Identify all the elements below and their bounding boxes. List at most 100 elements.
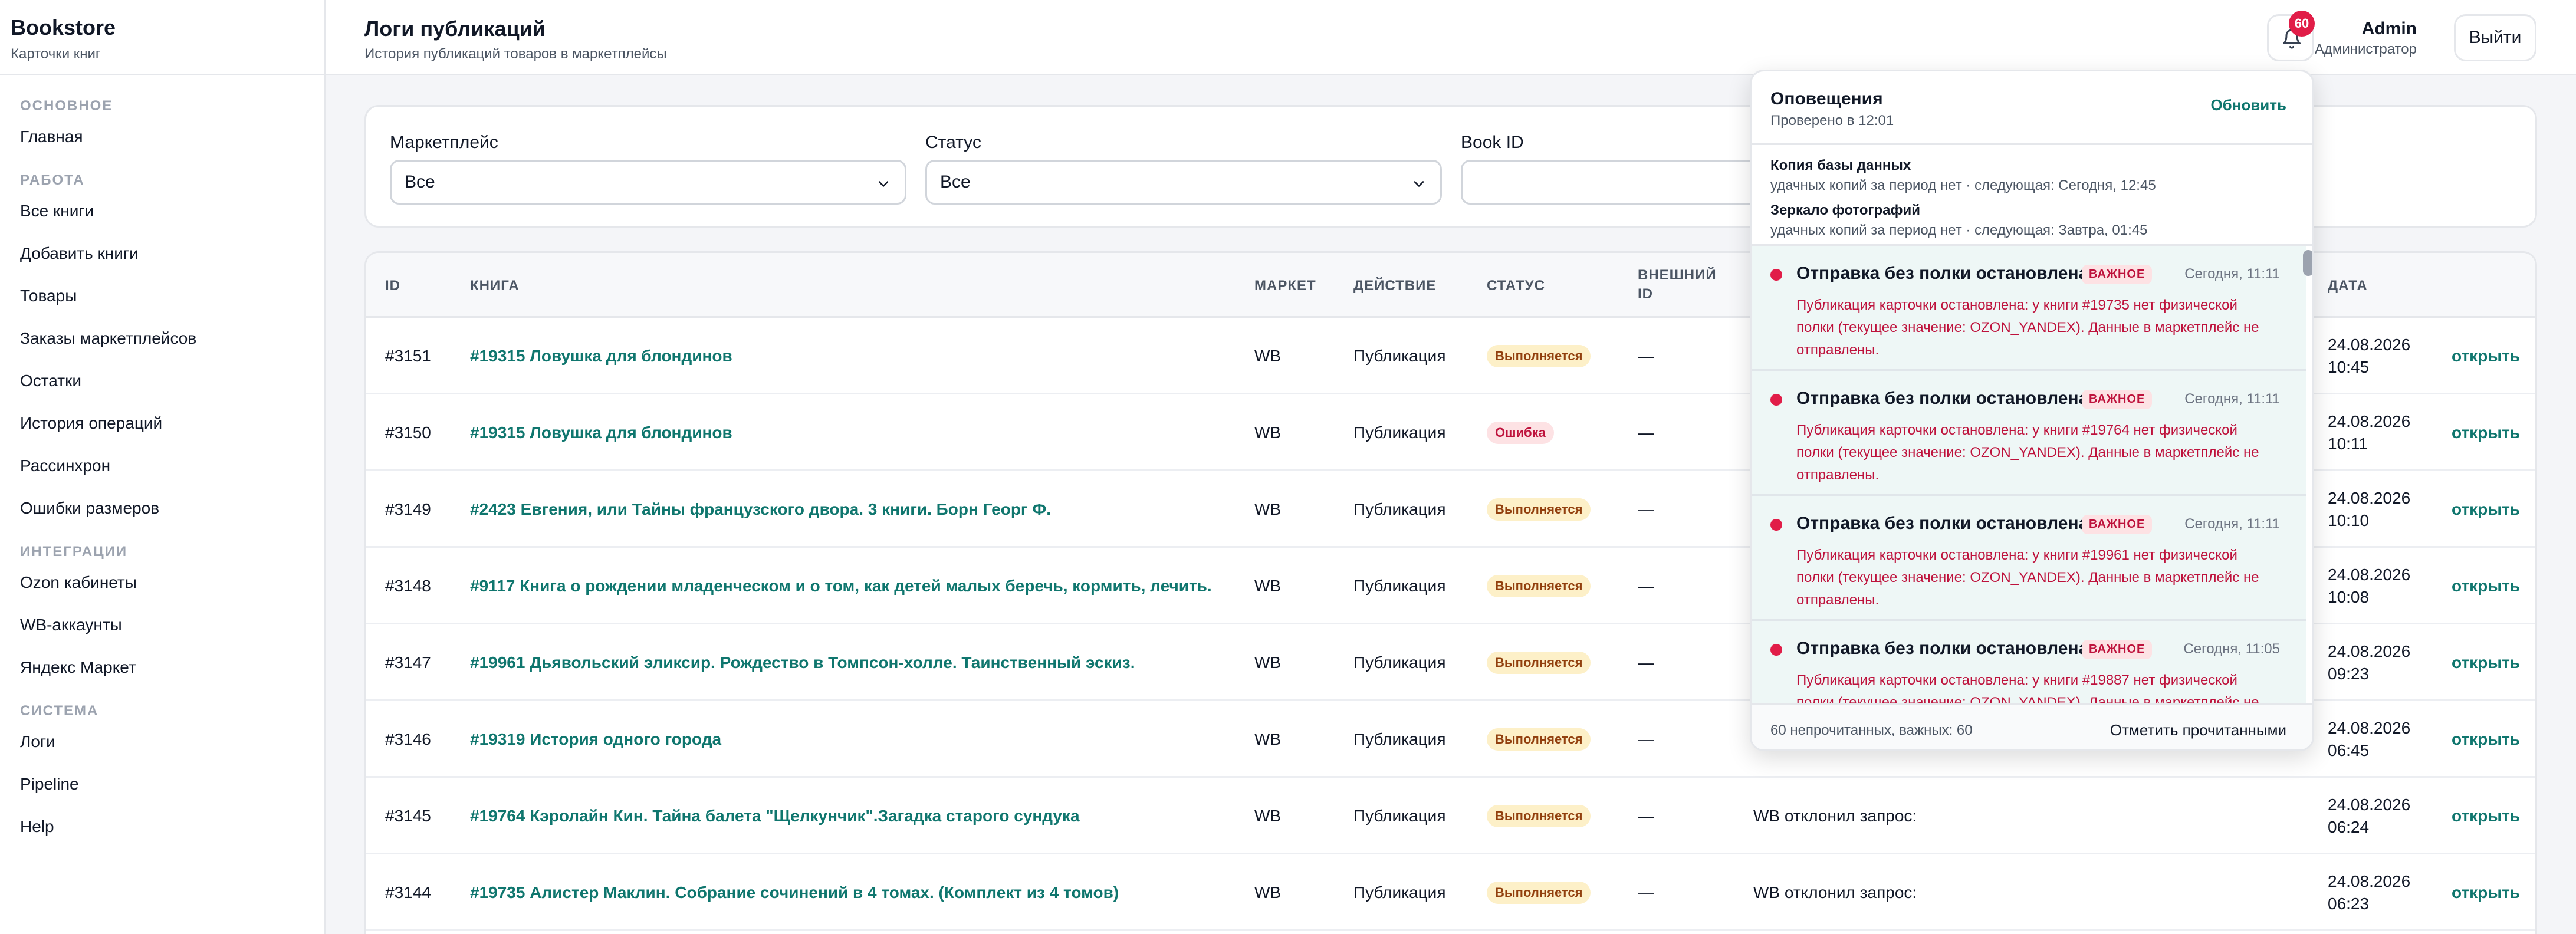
brand: Bookstore Карточки книг bbox=[0, 0, 324, 75]
notification-item[interactable]: Отправка без полки остановлена ВАЖНОЕ Се… bbox=[1752, 621, 2306, 703]
book-link[interactable]: #19735 Алистер Маклин. Собрание сочинени… bbox=[470, 854, 1119, 931]
row-date: 24.08.2026 10:45 bbox=[2328, 318, 2410, 394]
notifications-list[interactable]: Отправка без полки остановлена ВАЖНОЕ Се… bbox=[1752, 244, 2312, 703]
open-link-text[interactable]: открыть bbox=[2452, 807, 2520, 826]
status-select[interactable]: Все bbox=[925, 160, 1442, 205]
book-link[interactable]: #19764 Кэролайн Кин. Тайна балета "Щелку… bbox=[470, 778, 1080, 854]
row-market: WB bbox=[1254, 883, 1282, 902]
sidebar-item-size-errors[interactable]: Ошибки размеров bbox=[20, 487, 324, 530]
col-date: ДАТА bbox=[2328, 278, 2368, 294]
notification-body: Публикация карточки остановлена: у книги… bbox=[1796, 672, 2259, 703]
open-link-text[interactable]: открыть bbox=[2452, 347, 2520, 366]
row-market: WB bbox=[1254, 577, 1282, 595]
status-badge: Ошибка bbox=[1487, 422, 1554, 444]
notification-item[interactable]: Отправка без полки остановлена ВАЖНОЕ Се… bbox=[1752, 371, 2306, 496]
nav-section-system: СИСТЕМА Логи Pipeline Help bbox=[20, 703, 324, 848]
open-link[interactable]: открыть bbox=[2452, 471, 2520, 548]
sidebar-item-add-books[interactable]: Добавить книги bbox=[20, 232, 324, 275]
book-link[interactable]: #19319 История одного города bbox=[470, 701, 721, 778]
sidebar-item-orders[interactable]: Заказы маркетплейсов bbox=[20, 317, 324, 360]
col-book: КНИГА bbox=[470, 278, 520, 294]
book-link-text[interactable]: #9117 Книга о рождении младенческом и о … bbox=[470, 577, 1212, 596]
marketplace-select[interactable]: Все bbox=[390, 160, 906, 205]
book-link[interactable]: #2423 Евгения, или Тайны французского дв… bbox=[470, 471, 1051, 548]
sidebar-item-pipeline[interactable]: Pipeline bbox=[20, 763, 324, 805]
open-link-text[interactable]: открыть bbox=[2452, 500, 2520, 519]
book-link-text[interactable]: #19315 Ловушка для блондинов bbox=[470, 347, 732, 366]
row-date-time: 10:45 bbox=[2328, 358, 2370, 376]
row-date-time: 10:10 bbox=[2328, 511, 2370, 530]
open-link[interactable]: открыть bbox=[2452, 854, 2520, 931]
sidebar-item-logs[interactable]: Логи bbox=[20, 721, 324, 763]
notifications-scrollbar[interactable] bbox=[2303, 250, 2312, 276]
brand-title: Bookstore bbox=[11, 15, 116, 40]
sidebar-item-history[interactable]: История операций bbox=[20, 402, 324, 445]
sidebar-item-stock[interactable]: Остатки bbox=[20, 360, 324, 402]
book-link-text[interactable]: #19735 Алистер Маклин. Собрание сочинени… bbox=[470, 883, 1119, 902]
sidebar-item-products[interactable]: Товары bbox=[20, 275, 324, 317]
unread-count: 60 непрочитанных, важных: 60 bbox=[1770, 722, 1973, 738]
row-action: Публикация bbox=[1353, 347, 1446, 365]
nav-section-integrations: ИНТЕГРАЦИИ Ozon кабинеты WB-аккаунты Янд… bbox=[20, 544, 324, 689]
table-row: #3144 #19735 Алистер Маклин. Собрание со… bbox=[366, 854, 2535, 931]
notification-time: Сегодня, 11:11 bbox=[2184, 516, 2280, 532]
nav-heading: ИНТЕГРАЦИИ bbox=[20, 544, 128, 560]
sidebar: Bookstore Карточки книг ОСНОВНОЕ Главная… bbox=[0, 0, 326, 934]
book-link-text[interactable]: #19315 Ловушка для блондинов bbox=[470, 423, 732, 442]
sidebar-item-desync[interactable]: Рассинхрон bbox=[20, 445, 324, 487]
sidebar-item-ozon[interactable]: Ozon кабинеты bbox=[20, 561, 324, 604]
notifications-title: Оповещения bbox=[1770, 89, 1883, 108]
notifications-checked-time: Проверено в 12:01 bbox=[1770, 113, 1894, 129]
book-link-text[interactable]: #19319 История одного города bbox=[470, 730, 721, 749]
open-link[interactable]: открыть bbox=[2452, 548, 2520, 624]
row-status: Выполняется bbox=[1487, 318, 1591, 394]
mark-read-button[interactable]: Отметить прочитанными bbox=[2110, 721, 2286, 739]
book-link[interactable]: #9117 Книга о рождении младенческом и о … bbox=[470, 548, 1212, 624]
sidebar-item-all-books[interactable]: Все книги bbox=[20, 190, 324, 232]
notifications-popup: Оповещения Проверено в 12:01 Обновить Ко… bbox=[1750, 70, 2314, 751]
row-date: 24.08.2026 10:10 bbox=[2328, 471, 2410, 548]
sidebar-item-yandex[interactable]: Яндекс Маркет bbox=[20, 646, 324, 689]
book-link[interactable]: #19315 Ловушка для блондинов bbox=[470, 394, 732, 471]
book-link-text[interactable]: #19764 Кэролайн Кин. Тайна балета "Щелку… bbox=[470, 807, 1080, 826]
notification-time: Сегодня, 11:11 bbox=[2184, 391, 2280, 407]
important-badge: ВАЖНОЕ bbox=[2082, 515, 2153, 534]
row-date: 24.08.2026 06:24 bbox=[2328, 778, 2410, 854]
refresh-button[interactable]: Обновить bbox=[2210, 96, 2286, 114]
open-link-text[interactable]: открыть bbox=[2452, 883, 2520, 902]
open-link-text[interactable]: открыть bbox=[2452, 577, 2520, 596]
open-link-text[interactable]: открыть bbox=[2452, 423, 2520, 442]
book-link[interactable]: #19315 Ловушка для блондинов bbox=[470, 318, 732, 394]
open-link[interactable]: открыть bbox=[2452, 394, 2520, 471]
row-status: Выполняется bbox=[1487, 548, 1591, 624]
nav-heading: СИСТЕМА bbox=[20, 703, 99, 719]
table-row: #3145 #19764 Кэролайн Кин. Тайна балета … bbox=[366, 778, 2535, 854]
col-action: ДЕЙСТВИЕ bbox=[1353, 278, 1437, 294]
open-link[interactable]: открыть bbox=[2452, 701, 2520, 778]
book-link[interactable]: #19961 Дьявольский эликсир. Рождество в … bbox=[470, 624, 1135, 701]
row-date: 24.08.2026 06:23 bbox=[2328, 854, 2410, 931]
unread-dot-icon bbox=[1770, 269, 1782, 281]
chevron-down-icon bbox=[1414, 181, 1424, 187]
open-link[interactable]: открыть bbox=[2452, 624, 2520, 701]
logout-button[interactable]: Выйти bbox=[2454, 14, 2536, 61]
nav-heading: ОСНОВНОЕ bbox=[20, 98, 113, 114]
open-link-text[interactable]: открыть bbox=[2452, 653, 2520, 672]
important-badge: ВАЖНОЕ bbox=[2082, 265, 2153, 284]
notification-item[interactable]: Отправка без полки остановлена ВАЖНОЕ Се… bbox=[1752, 246, 2306, 371]
row-message: WB отклонил запрос: bbox=[1753, 883, 1917, 902]
sidebar-item-wb[interactable]: WB-аккаунты bbox=[20, 604, 324, 646]
book-link-text[interactable]: #2423 Евгения, или Тайны французского дв… bbox=[470, 500, 1051, 519]
notification-item[interactable]: Отправка без полки остановлена ВАЖНОЕ Се… bbox=[1752, 496, 2306, 621]
row-market: WB bbox=[1254, 653, 1282, 672]
book-link-text[interactable]: #19961 Дьявольский эликсир. Рождество в … bbox=[470, 653, 1135, 672]
system-status-photos: Зеркало фотографий удачных копий за пери… bbox=[1770, 202, 2147, 239]
sidebar-item-help[interactable]: Help bbox=[20, 805, 324, 848]
open-link[interactable]: открыть bbox=[2452, 778, 2520, 854]
open-link-text[interactable]: открыть bbox=[2452, 730, 2520, 749]
row-id: #3148 bbox=[385, 577, 431, 595]
row-date-day: 24.08.2026 bbox=[2328, 565, 2411, 584]
sidebar-item-home[interactable]: Главная bbox=[20, 116, 324, 158]
open-link[interactable]: открыть bbox=[2452, 318, 2520, 394]
row-external-id: — bbox=[1638, 347, 1654, 365]
